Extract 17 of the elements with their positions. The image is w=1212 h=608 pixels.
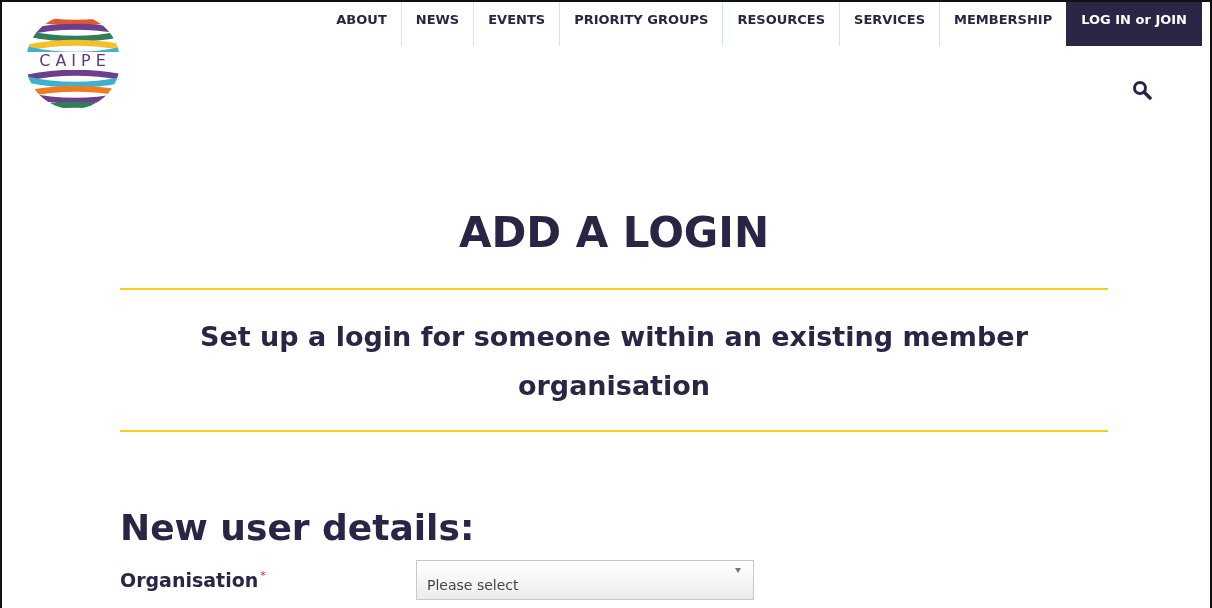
- nav-link[interactable]: RESOURCES: [722, 2, 840, 46]
- section-heading: New user details:: [120, 506, 476, 550]
- logo[interactable]: CAIPE: [25, 12, 121, 112]
- login-button[interactable]: LOG IN or JOIN: [1066, 2, 1202, 46]
- nav-link[interactable]: PRIORITY GROUPS: [559, 2, 723, 46]
- logo-text: CAIPE: [25, 52, 121, 70]
- page-title: ADD A LOGIN: [457, 208, 771, 258]
- nav-link[interactable]: NEWS: [400, 2, 474, 46]
- caret-icon: [735, 568, 741, 573]
- search-icon[interactable]: [1132, 80, 1152, 100]
- required-mark: *: [260, 569, 266, 582]
- organisation-select[interactable]: Please select: [416, 560, 754, 600]
- nav-link[interactable]: SERVICES: [839, 2, 940, 46]
- nav-link[interactable]: EVENTS: [473, 2, 560, 46]
- page-subtitle: Set up a login for someone within an existing member organisation: [199, 320, 1029, 403]
- field-label: Organisation: [120, 569, 259, 591]
- nav-link[interactable]: ABOUT: [322, 2, 401, 46]
